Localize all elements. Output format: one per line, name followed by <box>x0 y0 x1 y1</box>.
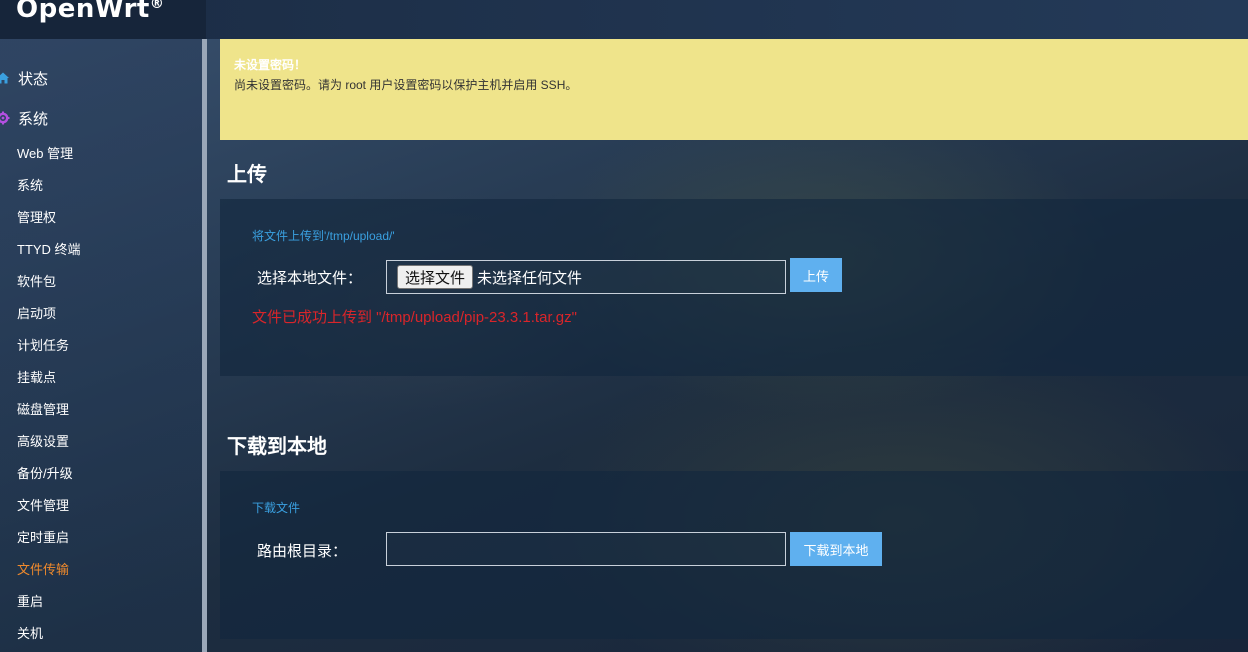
brand-name: OpenWrt <box>16 0 150 24</box>
brand-reg-mark: ® <box>149 0 165 12</box>
upload-field-label: 选择本地文件： <box>257 270 363 287</box>
sidebar-item-backup[interactable]: 备份/升级 <box>17 465 73 483</box>
upload-description: 将文件上传到'/tmp/upload/' <box>252 229 395 243</box>
brand-area: OpenWrt® <box>0 0 206 39</box>
sidebar-scrollbar[interactable] <box>202 39 207 652</box>
sidebar-item-admin[interactable]: 管理权 <box>17 209 56 227</box>
sidebar-item-system-sub[interactable]: 系统 <box>17 177 43 195</box>
brand-logo[interactable]: OpenWrt® <box>16 0 164 24</box>
sidebar-item-label: 系统 <box>18 110 49 128</box>
router-path-input[interactable] <box>386 532 786 566</box>
upload-button[interactable]: 上传 <box>790 258 842 292</box>
gear-icon <box>0 111 10 125</box>
sidebar-item-reboot[interactable]: 重启 <box>17 593 43 611</box>
download-button[interactable]: 下载到本地 <box>790 532 882 566</box>
alert-text: 尚未设置密码。请为 root 用户设置密码以保护主机并启用 SSH。 <box>234 78 578 92</box>
download-panel: 下载文件 路由根目录： 下载到本地 <box>220 471 1248 639</box>
file-status-text: 未选择任何文件 <box>477 269 583 287</box>
sidebar-item-ttyd[interactable]: TTYD 终端 <box>17 241 81 259</box>
sidebar-item-filemanager[interactable]: 文件管理 <box>17 497 69 515</box>
sidebar-item-startup[interactable]: 启动项 <box>17 305 56 323</box>
upload-success-message: 文件已成功上传到 "/tmp/upload/pip-23.3.1.tar.gz" <box>252 309 577 326</box>
sidebar-item-crontab[interactable]: 计划任务 <box>17 337 69 355</box>
upload-panel: 将文件上传到'/tmp/upload/' 选择本地文件： 选择文件 未选择任何文… <box>220 199 1248 376</box>
download-field-label: 路由根目录： <box>257 543 348 560</box>
sidebar-item-autoreboot[interactable]: 定时重启 <box>17 529 69 547</box>
sidebar-item-mounts[interactable]: 挂载点 <box>17 369 56 387</box>
file-input[interactable]: 选择文件 未选择任何文件 <box>386 260 786 294</box>
sidebar-item-software[interactable]: 软件包 <box>17 273 56 291</box>
sidebar-item-shutdown[interactable]: 关机 <box>17 625 43 643</box>
sidebar-item-disk[interactable]: 磁盘管理 <box>17 401 69 419</box>
alert-title: 未设置密码！ <box>234 58 307 72</box>
sidebar-item-label: 状态 <box>18 70 49 88</box>
choose-file-button[interactable]: 选择文件 <box>397 265 474 289</box>
sidebar-item-filetransfer[interactable]: 文件传输 <box>17 561 69 579</box>
download-description: 下载文件 <box>252 501 301 515</box>
sidebar-item-system[interactable]: 系统 <box>0 106 48 130</box>
password-alert: 未设置密码！ 尚未设置密码。请为 root 用户设置密码以保护主机并启用 SSH… <box>220 39 1248 140</box>
sidebar-item-advanced[interactable]: 高级设置 <box>17 433 69 451</box>
sidebar-item-status[interactable]: 状态 <box>0 66 48 90</box>
sidebar-item-web-admin[interactable]: Web 管理 <box>17 145 73 163</box>
download-section-title: 下载到本地 <box>227 436 327 458</box>
upload-section-title: 上传 <box>227 164 267 186</box>
home-icon <box>0 71 10 85</box>
